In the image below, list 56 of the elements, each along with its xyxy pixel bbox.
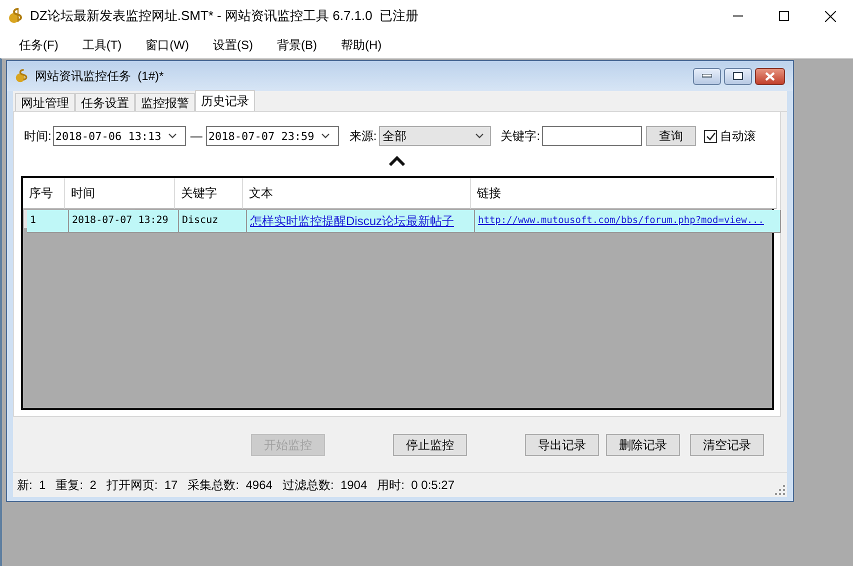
tab[interactable]: 任务设置: [75, 93, 135, 111]
checkbox-label: 自动滚: [720, 128, 756, 144]
status-text: 重复: 2: [56, 476, 96, 494]
query-button[interactable]: 查询: [646, 126, 696, 146]
column-header[interactable]: 关键字: [175, 178, 243, 209]
app-logo-icon: [15, 68, 29, 84]
child-window-title: 网站资讯监控任务 (1#)*: [35, 68, 165, 84]
column-header[interactable]: 序号: [23, 178, 65, 209]
action-button[interactable]: 清空记录: [690, 434, 764, 456]
menu-item[interactable]: 设置(S): [204, 36, 262, 54]
column-header[interactable]: 文本: [243, 178, 471, 209]
menu-item[interactable]: 任务(F): [10, 36, 68, 54]
resize-grip-icon[interactable]: [775, 485, 785, 495]
date-time-picker[interactable]: 2018-07-07 23:59: [206, 126, 340, 146]
app-logo-icon: [8, 7, 24, 25]
status-text: 采集总数: 4964: [188, 476, 272, 494]
status-text: 打开网页: 17: [106, 476, 178, 494]
date-time-picker[interactable]: 2018-07-06 13:13: [53, 126, 186, 146]
restore-icon: [733, 72, 743, 80]
status-text: 用时: 0 0:5:27: [377, 476, 455, 494]
field-label: 时间:: [24, 128, 52, 144]
status-text: 新: 1: [17, 476, 46, 494]
caret-icon: [168, 133, 178, 139]
tab[interactable]: 监控报警: [135, 93, 195, 111]
status-text: 过滤总数: 1904: [282, 476, 368, 494]
collapse-icon[interactable]: [388, 156, 406, 166]
tab[interactable]: 历史记录: [195, 90, 255, 111]
menu-item[interactable]: 窗口(W): [136, 36, 198, 54]
field-label: 来源:: [349, 128, 377, 144]
restore-button[interactable]: [724, 68, 752, 84]
keyword-field[interactable]: [542, 126, 642, 146]
menu-item[interactable]: 帮助(H): [332, 36, 391, 54]
caret-icon: [321, 133, 330, 139]
action-button[interactable]: 导出记录: [525, 434, 599, 456]
checkbox[interactable]: [704, 130, 718, 142]
table-cell: 2018-07-07 13:29: [69, 210, 179, 233]
source-dropdown[interactable]: 全部: [378, 126, 491, 146]
caret-icon: [474, 133, 484, 139]
action-button[interactable]: 停止监控: [393, 434, 467, 456]
menu-item[interactable]: 工具(T): [73, 36, 131, 54]
minimize-button[interactable]: [693, 68, 721, 84]
close-icon: [765, 72, 775, 80]
action-button[interactable]: 删除记录: [606, 434, 680, 456]
close-button[interactable]: [755, 68, 785, 84]
tab[interactable]: 网址管理: [15, 93, 75, 111]
close-icon: [824, 10, 836, 22]
table-cell: 1: [27, 210, 69, 233]
minimize-icon: [702, 74, 712, 78]
table-cell: Discuz: [179, 210, 247, 233]
range-separator: —: [190, 129, 202, 143]
column-header[interactable]: 时间: [65, 178, 175, 209]
column-header[interactable]: 链接: [471, 178, 777, 209]
maximize-icon: [779, 11, 789, 21]
field-label: 关键字:: [500, 128, 540, 144]
menu-item[interactable]: 背景(B): [268, 36, 326, 54]
window-title: DZ论坛最新发表监控网址.SMT* - 网站资讯监控工具 6.7.1.0 已注册: [30, 7, 420, 25]
